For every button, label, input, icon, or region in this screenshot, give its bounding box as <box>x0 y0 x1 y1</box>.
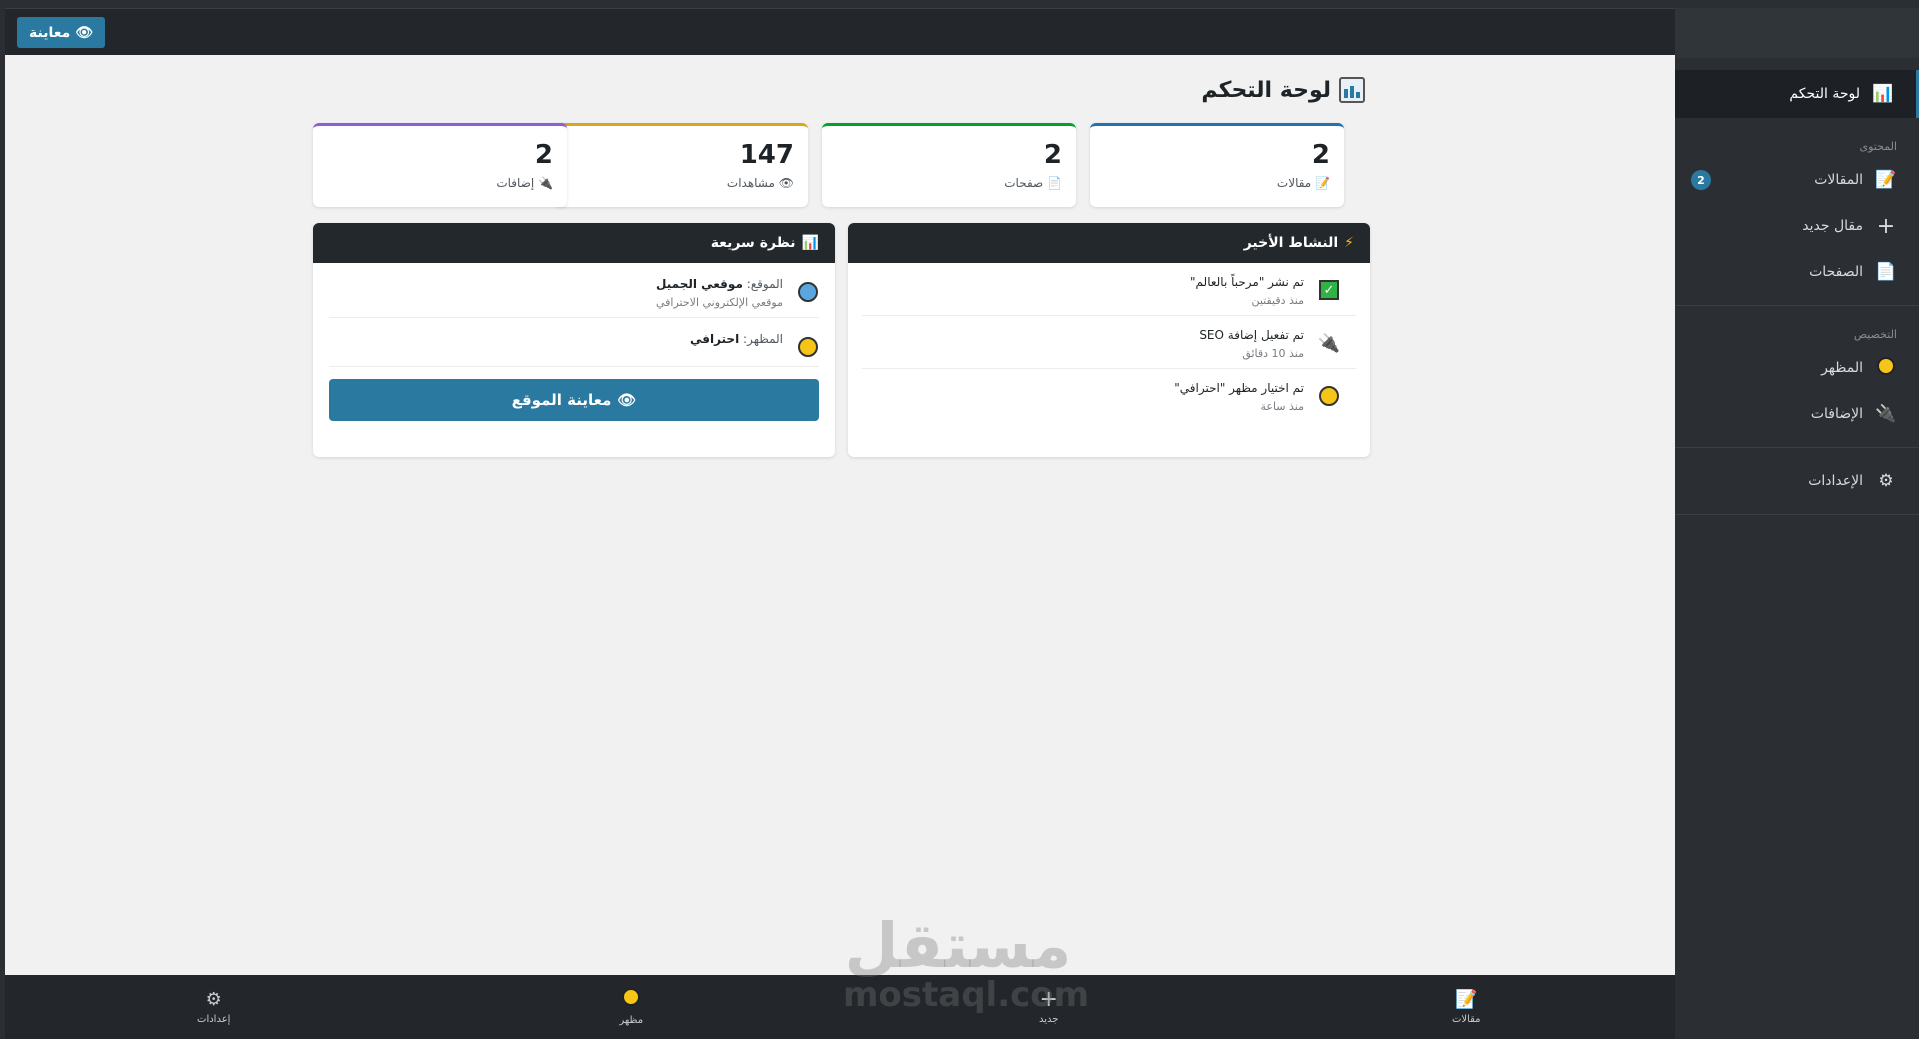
stat-value: 2 <box>1311 140 1330 170</box>
activity-item: تم اختيار مظهر "احترافي" منذ ساعة <box>862 369 1356 421</box>
globe-icon <box>797 281 819 303</box>
bottom-nav-articles[interactable]: 📝 مقالات <box>1406 975 1526 1039</box>
lightning-icon: ⚡ <box>1344 235 1354 251</box>
bottom-nav: ⚙ إعدادات مظهر + جديد 📝 مقالات <box>5 975 1675 1039</box>
chart-icon <box>1339 77 1365 103</box>
recent-activity-panel: ⚡ النشاط الأخير ✓ تم نشر "مرحباً بالعالم… <box>848 223 1370 457</box>
sidebar-item-dashboard[interactable]: 📊 لوحة التحكم <box>1675 70 1919 118</box>
eye-icon: 👁 <box>778 176 794 190</box>
sidebar-item-plugins[interactable]: 🔌 الإضافات <box>1675 391 1919 437</box>
stat-value: 147 <box>739 140 794 170</box>
page-icon: 📄 <box>1047 176 1062 190</box>
sidebar-item-settings[interactable]: ⚙ الإعدادات <box>1675 458 1919 504</box>
preview-site-button[interactable]: 👁 معاينة الموقع <box>329 379 819 421</box>
count-badge: 2 <box>1691 170 1711 190</box>
activity-item: ✓ تم نشر "مرحباً بالعالم" منذ دقيقتين <box>862 263 1356 316</box>
palette-icon <box>622 988 641 1011</box>
stat-value: 2 <box>534 140 553 170</box>
stat-card-pages: 2 📄 صفحات <box>822 123 1076 207</box>
stat-card-plugins: 2 🔌 إضافات <box>313 123 567 207</box>
gear-icon: ⚙ <box>1878 471 1894 491</box>
palette-icon <box>1318 385 1340 407</box>
main-content: لوحة التحكم 2 📝 مقالات 2 📄 صفحات 147 👁 م… <box>5 55 1675 975</box>
stat-label-row: 📝 مقالات <box>1276 176 1330 190</box>
sidebar-item-new-article[interactable]: + مقال جديد <box>1675 203 1919 249</box>
sidebar-header <box>1675 8 1919 58</box>
gear-icon: ⚙ <box>205 988 222 1010</box>
sidebar-item-pages[interactable]: 📄 الصفحات <box>1675 249 1919 295</box>
page-title: لوحة التحكم <box>1201 77 1365 103</box>
panel-header: 📊 نظرة سريعة <box>313 223 835 263</box>
bottom-nav-appearance[interactable]: مظهر <box>571 975 691 1039</box>
stat-label-row: 🔌 إضافات <box>496 176 553 190</box>
article-icon: 📝 <box>1455 988 1478 1010</box>
divider <box>1675 447 1919 448</box>
stat-card-articles: 2 📝 مقالات <box>1090 123 1344 207</box>
eye-icon: 👁 <box>617 391 637 409</box>
sidebar-section-content: المحتوى <box>1859 140 1897 153</box>
sidebar-item-appearance[interactable]: المظهر <box>1675 345 1919 391</box>
chart-icon: 📊 <box>1872 84 1894 104</box>
stat-label-row: 👁 مشاهدات <box>726 176 794 190</box>
preview-button-label: معاينة <box>29 24 71 41</box>
divider <box>1675 514 1919 515</box>
plus-icon: + <box>1876 213 1896 239</box>
preview-button[interactable]: 👁 معاينة <box>17 17 106 48</box>
sidebar-item-articles[interactable]: 📝 المقالات 2 <box>1675 157 1919 203</box>
plus-icon: + <box>1039 986 1058 1012</box>
panel-header: ⚡ النشاط الأخير <box>848 223 1370 263</box>
page-icon: 📄 <box>1875 262 1897 282</box>
check-icon: ✓ <box>1318 279 1340 301</box>
bottom-nav-new[interactable]: + جديد <box>989 975 1109 1039</box>
article-icon: 📝 <box>1315 176 1330 190</box>
eye-icon: 👁 <box>75 24 94 41</box>
palette-icon <box>797 336 819 358</box>
theme-info-row: المظهر: احترافي <box>329 318 819 367</box>
sidebar-section-customize: التخصيص <box>1853 328 1897 341</box>
palette-icon <box>1875 356 1897 380</box>
top-bar: 👁 معاينة <box>5 8 1675 55</box>
stat-value: 2 <box>1043 140 1062 170</box>
plug-icon: 🔌 <box>538 176 553 190</box>
plug-icon: 🔌 <box>1317 332 1341 354</box>
bottom-nav-settings[interactable]: ⚙ إعدادات <box>154 975 274 1039</box>
stat-label-row: 📄 صفحات <box>1004 176 1062 190</box>
stat-card-views: 147 👁 مشاهدات <box>554 123 808 207</box>
plug-icon: 🔌 <box>1875 404 1897 424</box>
chart-icon: 📊 <box>801 235 819 251</box>
sidebar: 📊 لوحة التحكم المحتوى 📝 المقالات 2 + مقا… <box>1675 8 1919 1039</box>
activity-item: 🔌 تم تفعيل إضافة SEO منذ 10 دقائق <box>862 316 1356 369</box>
article-icon: 📝 <box>1875 170 1897 190</box>
quick-overview-panel: 📊 نظرة سريعة الموقع: موقعي الجميل موقعي … <box>313 223 835 457</box>
site-info-row: الموقع: موقعي الجميل موقعي الإلكتروني ال… <box>329 263 819 318</box>
